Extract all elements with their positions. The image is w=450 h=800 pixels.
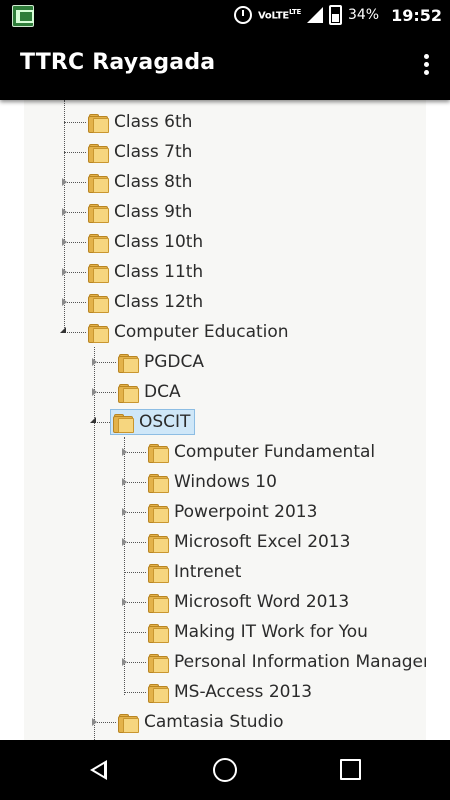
selected-node-highlight: OSCIT (110, 409, 196, 435)
folder-icon (148, 533, 169, 553)
folder-icon (88, 203, 109, 223)
tree-node-microsoft-excel-2013[interactable]: Microsoft Excel 2013 (148, 527, 350, 557)
folder-icon (148, 473, 169, 493)
folder-icon (88, 293, 109, 313)
expand-arrow-icon[interactable] (92, 718, 97, 726)
navigation-bar (0, 740, 450, 800)
expand-arrow-icon[interactable] (62, 298, 67, 306)
status-icons: VoLTELTE 34% 19:52 (234, 0, 442, 30)
tree-node-dca[interactable]: DCA (118, 377, 181, 407)
signal-icon (306, 7, 323, 23)
tree-node-camtasia-studio[interactable]: Camtasia Studio (118, 707, 283, 737)
app-notification-icon (12, 5, 34, 27)
tree-node-ms-access-2013[interactable]: MS-Access 2013 (148, 677, 312, 707)
expand-arrow-icon[interactable] (92, 388, 97, 396)
volte-indicator: VoLTELTE (258, 8, 301, 22)
tree-node-class-12th[interactable]: Class 12th (88, 287, 203, 317)
tree-node-class-7th[interactable]: Class 7th (88, 137, 192, 167)
tree-node-pgdca[interactable]: PGDCA (118, 347, 204, 377)
battery-percent: 34% (347, 7, 380, 23)
folder-icon (148, 563, 169, 583)
expand-arrow-icon[interactable] (122, 658, 127, 666)
expand-arrow-icon[interactable] (62, 178, 67, 186)
battery-icon (328, 5, 342, 25)
expand-arrow-icon[interactable] (62, 238, 67, 246)
folder-icon (88, 173, 109, 193)
folder-icon (88, 233, 109, 253)
app-title: TTRC Rayagada (20, 50, 216, 75)
tree-node-windows-10[interactable]: Windows 10 (148, 467, 277, 497)
tree-node-powerpoint-2013[interactable]: Powerpoint 2013 (148, 497, 317, 527)
folder-icon (88, 263, 109, 283)
tree-node-class-9th[interactable]: Class 9th (88, 197, 192, 227)
tree-node-class-10th[interactable]: Class 10th (88, 227, 203, 257)
tree-node-computer-fundamental[interactable]: Computer Fundamental (148, 437, 375, 467)
expand-arrow-icon[interactable] (122, 598, 127, 606)
tree-node-oscit[interactable]: OSCIT (110, 407, 196, 437)
folder-icon (88, 323, 109, 343)
folder-icon (118, 383, 139, 403)
tree-node-class-11th[interactable]: Class 11th (88, 257, 203, 287)
tree-node-making-it-work-for-you[interactable]: Making IT Work for You (148, 617, 368, 647)
folder-icon (148, 443, 169, 463)
status-bar: VoLTELTE 34% 19:52 (0, 0, 450, 30)
folder-icon (148, 683, 169, 703)
folder-icon (148, 623, 169, 643)
tree-node-class-8th[interactable]: Class 8th (88, 167, 192, 197)
recents-icon[interactable] (340, 759, 361, 780)
tree-node-intrenet[interactable]: Intrenet (148, 557, 241, 587)
folder-icon (148, 593, 169, 613)
overflow-menu-icon[interactable] (416, 52, 436, 80)
expand-arrow-icon[interactable] (122, 508, 127, 516)
expand-arrow-icon[interactable] (92, 358, 97, 366)
folder-icon (113, 413, 134, 433)
expand-arrow-icon[interactable] (62, 208, 67, 216)
expand-arrow-icon[interactable] (122, 448, 127, 456)
collapse-arrow-icon[interactable] (90, 417, 96, 423)
home-icon[interactable] (213, 758, 237, 782)
folder-icon (118, 353, 139, 373)
expand-arrow-icon[interactable] (122, 478, 127, 486)
folder-icon (148, 653, 169, 673)
folder-icon (88, 143, 109, 163)
tree-node-microsoft-word-2013[interactable]: Microsoft Word 2013 (148, 587, 349, 617)
alarm-icon (234, 6, 253, 24)
back-icon[interactable] (90, 760, 107, 780)
folder-icon (118, 713, 139, 733)
clock: 19:52 (391, 5, 442, 25)
folder-icon (148, 503, 169, 523)
tree-node-class-6th[interactable]: Class 6th (88, 107, 192, 137)
folder-icon (88, 113, 109, 133)
collapse-arrow-icon[interactable] (60, 327, 66, 333)
tree-node-computer-education[interactable]: Computer Education (88, 317, 289, 347)
folder-tree[interactable]: Class 6th Class 7th Class 8th Class 9th … (24, 100, 426, 740)
expand-arrow-icon[interactable] (122, 538, 127, 546)
expand-arrow-icon[interactable] (62, 268, 67, 276)
tree-node-personal-information-manager[interactable]: Personal Information Manager (148, 647, 426, 677)
app-bar: TTRC Rayagada (0, 30, 450, 100)
